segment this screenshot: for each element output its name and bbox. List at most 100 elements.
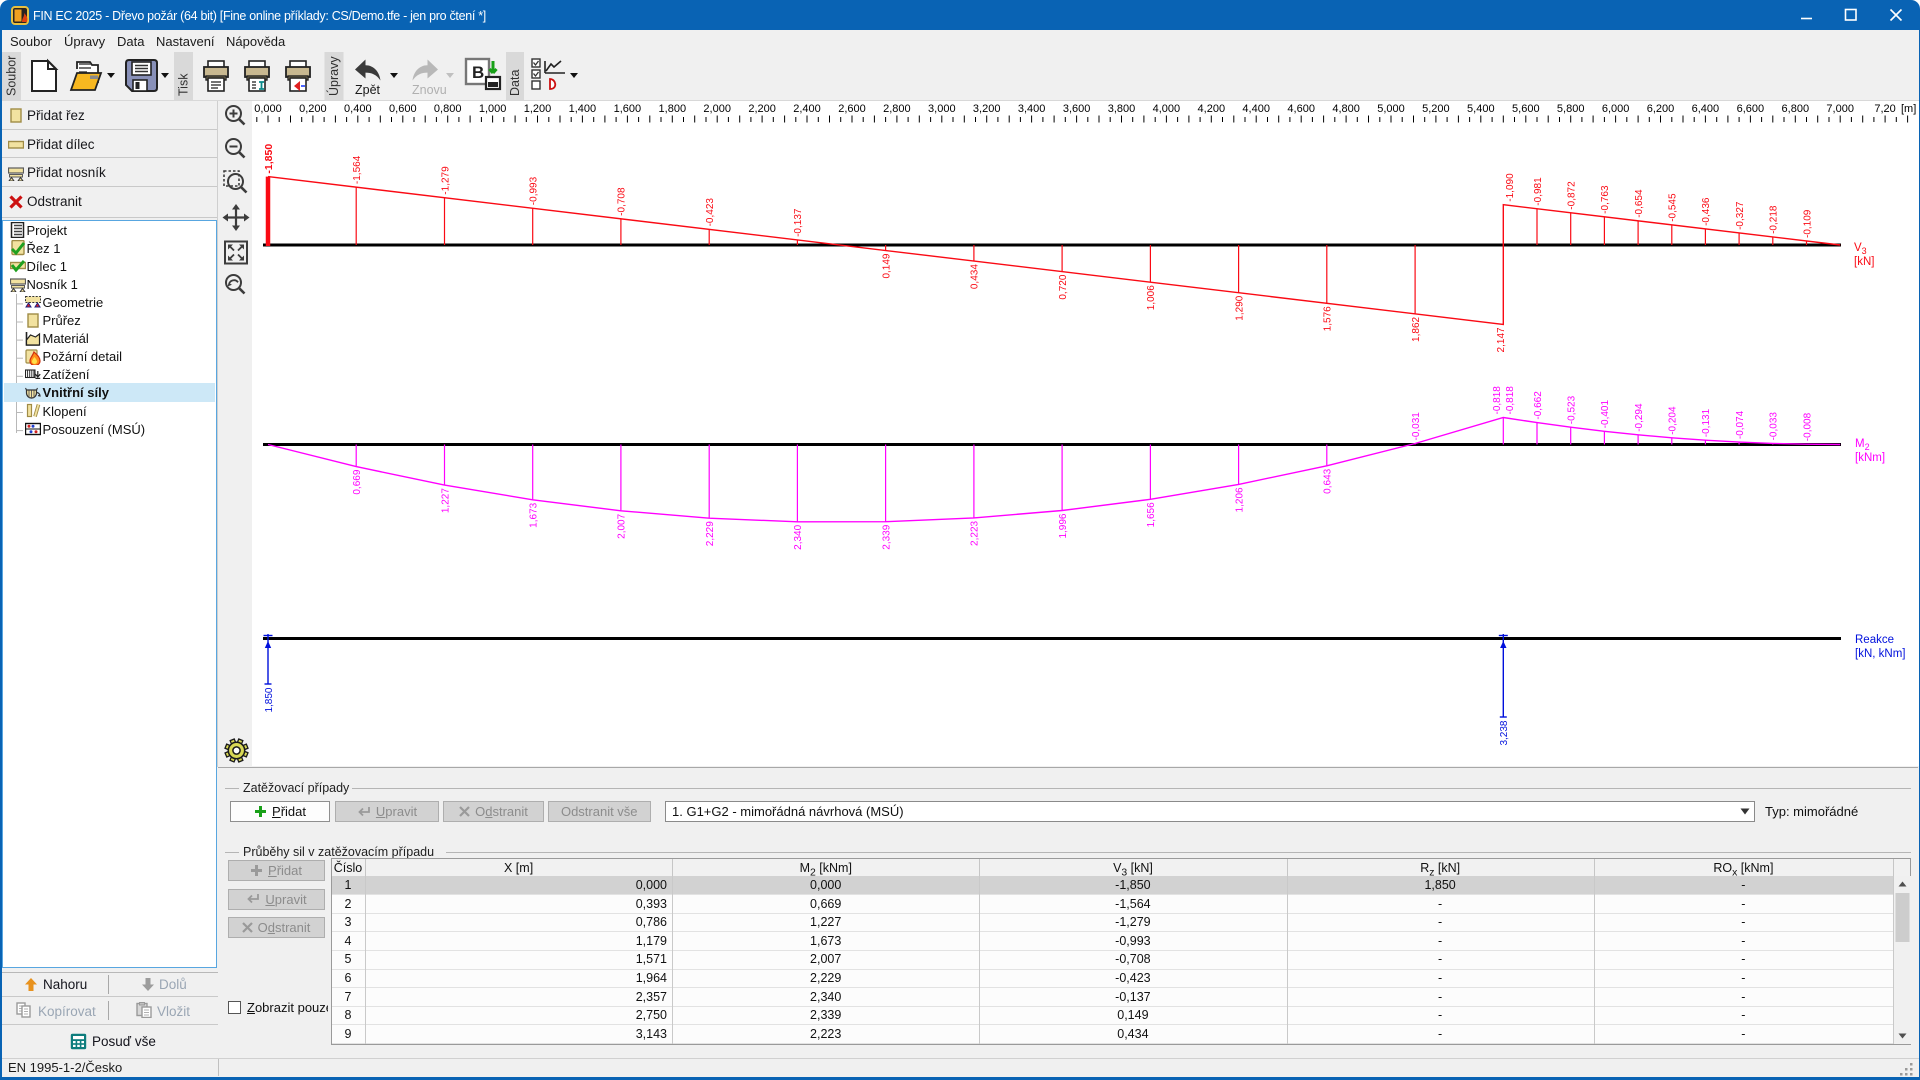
svg-text:3,400: 3,400 <box>1018 103 1046 115</box>
svg-text:2,229: 2,229 <box>705 521 716 546</box>
svg-text:-0,872: -0,872 <box>1567 181 1578 210</box>
svg-text:Data: Data <box>508 70 522 96</box>
svg-text:-0,818: -0,818 <box>1492 386 1503 415</box>
svg-text:1,227: 1,227 <box>440 488 451 513</box>
svg-text:5,600: 5,600 <box>1512 103 1540 115</box>
svg-text:2,800: 2,800 <box>883 103 911 115</box>
svg-text:Tisk: Tisk <box>177 73 191 96</box>
svg-text:1,400: 1,400 <box>569 103 597 115</box>
svg-text:[kN, kNm]: [kN, kNm] <box>1855 648 1905 660</box>
svg-text:6,200: 6,200 <box>1647 103 1675 115</box>
svg-text:1,200: 1,200 <box>524 103 552 115</box>
svg-text:-0,074: -0,074 <box>1735 410 1746 439</box>
svg-text:-0,981: -0,981 <box>1533 177 1544 206</box>
svg-text:6,400: 6,400 <box>1692 103 1720 115</box>
svg-text:-0,218: -0,218 <box>1769 205 1780 234</box>
svg-text:Zpět: Zpět <box>355 83 381 97</box>
svg-text:0,643: 0,643 <box>1323 468 1334 493</box>
svg-text:-0,033: -0,033 <box>1769 412 1780 441</box>
svg-text:[m]: [m] <box>1901 103 1916 115</box>
svg-text:1,600: 1,600 <box>614 103 642 115</box>
svg-text:M2: M2 <box>1855 438 1870 452</box>
svg-text:2,600: 2,600 <box>838 103 866 115</box>
svg-text:-0,401: -0,401 <box>1600 400 1611 429</box>
svg-text:B: B <box>472 63 484 82</box>
svg-text:5,000: 5,000 <box>1377 103 1405 115</box>
svg-text:2,200: 2,200 <box>748 103 776 115</box>
svg-text:0,000: 0,000 <box>254 103 282 115</box>
svg-text:1,996: 1,996 <box>1058 513 1069 538</box>
svg-text:2,000: 2,000 <box>703 103 731 115</box>
svg-text:0,720: 0,720 <box>1058 274 1069 299</box>
svg-text:-0,294: -0,294 <box>1634 403 1645 432</box>
svg-text:7,20: 7,20 <box>1874 103 1895 115</box>
svg-text:-0,763: -0,763 <box>1600 185 1611 214</box>
svg-text:1,673: 1,673 <box>529 502 540 527</box>
svg-text:-0,708: -0,708 <box>617 187 628 216</box>
svg-text:-1,850: -1,850 <box>263 144 275 174</box>
svg-text:-0,131: -0,131 <box>1701 408 1712 437</box>
svg-text:0,149: 0,149 <box>881 253 892 278</box>
svg-text:0,400: 0,400 <box>344 103 372 115</box>
svg-text:-0,654: -0,654 <box>1634 189 1645 218</box>
svg-text:0,669: 0,669 <box>352 469 363 494</box>
svg-text:2,007: 2,007 <box>617 513 628 538</box>
svg-text:1,862: 1,862 <box>1411 316 1422 341</box>
svg-text:1,290: 1,290 <box>1234 295 1245 320</box>
svg-text:-0,008: -0,008 <box>1802 412 1813 441</box>
svg-text:3,800: 3,800 <box>1108 103 1136 115</box>
svg-text:-1,564: -1,564 <box>352 155 363 184</box>
svg-text:0,600: 0,600 <box>389 103 417 115</box>
svg-text:[kN]: [kN] <box>1854 256 1874 268</box>
svg-text:-1,279: -1,279 <box>440 166 451 195</box>
svg-text:6,000: 6,000 <box>1602 103 1630 115</box>
svg-text:5,400: 5,400 <box>1467 103 1495 115</box>
svg-text:0,434: 0,434 <box>970 264 981 289</box>
svg-text:3,200: 3,200 <box>973 103 1001 115</box>
svg-text:-0,137: -0,137 <box>793 208 804 237</box>
svg-text:-0,327: -0,327 <box>1735 201 1746 230</box>
svg-text:0,800: 0,800 <box>434 103 462 115</box>
svg-text:4,800: 4,800 <box>1332 103 1360 115</box>
svg-text:0,200: 0,200 <box>299 103 327 115</box>
svg-text:-0,993: -0,993 <box>529 176 540 205</box>
svg-text:1,206: 1,206 <box>1234 487 1245 512</box>
svg-text:-0,204: -0,204 <box>1668 406 1679 435</box>
svg-text:1,800: 1,800 <box>659 103 687 115</box>
svg-text:-0,523: -0,523 <box>1567 395 1578 424</box>
svg-text:-0,031: -0,031 <box>1411 412 1422 441</box>
svg-text:4,000: 4,000 <box>1153 103 1181 115</box>
svg-text:4,600: 4,600 <box>1287 103 1315 115</box>
svg-text:-0,436: -0,436 <box>1701 197 1712 226</box>
svg-text:2,339: 2,339 <box>881 524 892 549</box>
svg-text:1,850: 1,850 <box>264 687 275 712</box>
svg-text:-0,818: -0,818 <box>1505 386 1516 415</box>
svg-text:6,600: 6,600 <box>1737 103 1765 115</box>
svg-text:-1,090: -1,090 <box>1505 173 1516 202</box>
svg-text:5,200: 5,200 <box>1422 103 1450 115</box>
svg-text:2,147: 2,147 <box>1496 327 1507 352</box>
svg-text:1,006: 1,006 <box>1146 285 1157 310</box>
svg-text:3,000: 3,000 <box>928 103 956 115</box>
svg-text:-0,423: -0,423 <box>705 198 716 227</box>
svg-text:-0,545: -0,545 <box>1668 193 1679 222</box>
svg-text:4,200: 4,200 <box>1198 103 1226 115</box>
svg-text:2,223: 2,223 <box>970 520 981 545</box>
svg-text:2,340: 2,340 <box>793 524 804 549</box>
svg-text:4,400: 4,400 <box>1242 103 1270 115</box>
svg-text:V3: V3 <box>1854 242 1867 256</box>
svg-text:5,800: 5,800 <box>1557 103 1585 115</box>
svg-text:3,600: 3,600 <box>1063 103 1091 115</box>
svg-text:Soubor: Soubor <box>5 56 19 96</box>
svg-text:-0,109: -0,109 <box>1802 209 1813 238</box>
svg-text:Znovu: Znovu <box>412 83 447 97</box>
svg-text:Reakce: Reakce <box>1855 634 1894 646</box>
svg-text:6,800: 6,800 <box>1782 103 1810 115</box>
svg-text:-0,662: -0,662 <box>1533 391 1544 420</box>
svg-text:7,000: 7,000 <box>1826 103 1854 115</box>
svg-text:3,238: 3,238 <box>1499 720 1510 745</box>
svg-text:1,576: 1,576 <box>1323 306 1334 331</box>
svg-text:1,000: 1,000 <box>479 103 507 115</box>
svg-text:2,400: 2,400 <box>793 103 821 115</box>
svg-text:Úpravy: Úpravy <box>326 56 341 96</box>
